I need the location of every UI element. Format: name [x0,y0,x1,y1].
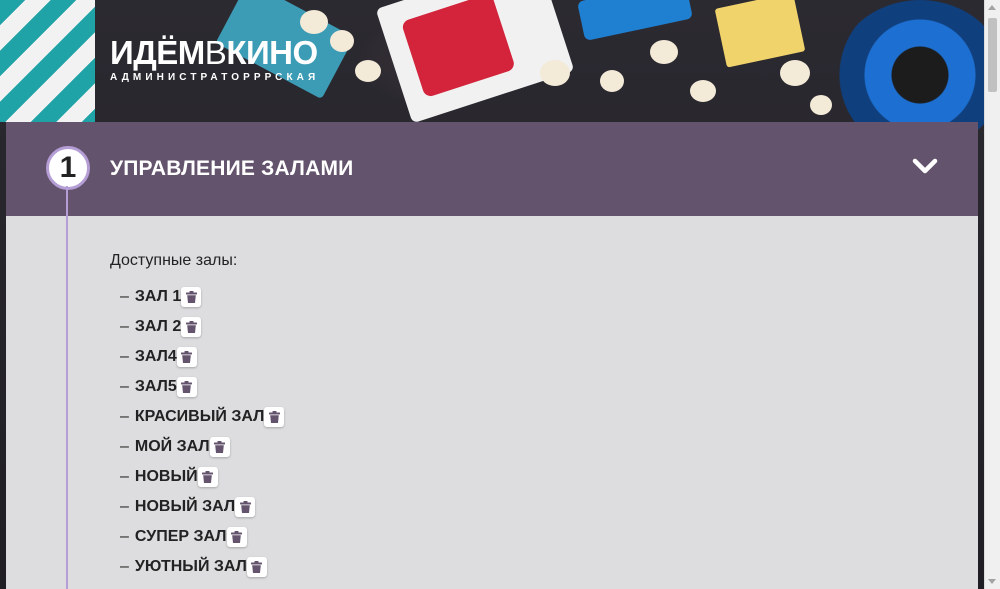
hall-name: УЮТНЫЙ ЗАЛ [134,558,247,575]
list-dash: – [120,288,129,305]
trash-icon[interactable] [246,557,267,577]
chevron-down-icon[interactable] [910,155,940,179]
popcorn-image [650,40,678,64]
hall-name: НОВЫЙ [134,468,198,485]
list-dash: – [120,558,129,575]
hall-name: ЗАЛ 1 [134,288,182,305]
hall-list-item: – УЮТНЫЙ ЗАЛ [120,552,284,582]
trash-icon[interactable] [226,527,247,547]
logo-subtitle: АДМИНИСТРАТОРРРСКАЯ [110,72,320,83]
hall-name: КРАСИВЫЙ ЗАЛ [134,408,265,425]
available-halls-label: Доступные залы: [110,252,238,269]
popcorn-image [300,10,328,34]
vertical-scrollbar[interactable] [984,0,1000,589]
logo-title: ИДЁМВКИНО [110,34,318,71]
hall-list: – ЗАЛ 1 – ЗАЛ 2 – ЗАЛ4 – ЗАЛ5 – КРАСИВЫЙ… [120,282,285,582]
hall-list-item: – МОЙ ЗАЛ [120,432,284,462]
scrollbar-thumb[interactable] [988,18,997,92]
popcorn-image [355,60,381,82]
popcorn-image [690,80,716,102]
list-dash: – [120,378,129,395]
hall-name: ЗАЛ 2 [134,318,182,335]
hall-list-item: – НОВЫЙ [120,462,284,492]
hall-list-item: – ЗАЛ 2 [120,312,284,342]
timeline-line [66,186,68,589]
list-dash: – [120,528,129,545]
trash-icon[interactable] [264,407,285,427]
popcorn-image [780,60,810,86]
trash-icon[interactable] [176,377,197,397]
hall-name: НОВЫЙ ЗАЛ [134,498,236,515]
trash-icon[interactable] [197,467,218,487]
popcorn-image [330,30,354,52]
hall-list-item: – ЗАЛ5 [120,372,284,402]
list-dash: – [120,348,129,365]
hall-name: СУПЕР ЗАЛ [134,528,227,545]
section-title: УПРАВЛЕНИЕ ЗАЛАМИ [110,157,354,180]
hall-management-header[interactable]: 1 УПРАВЛЕНИЕ ЗАЛАМИ [6,122,978,216]
3d-glasses-lens-image [577,0,693,41]
hall-list-item: – КРАСИВЫЙ ЗАЛ [120,402,285,432]
trash-icon[interactable] [181,287,202,307]
hall-list-item: – ЗАЛ4 [120,342,284,372]
trash-icon[interactable] [176,347,197,367]
popcorn-image [540,60,570,86]
3d-glasses-image [375,0,575,124]
ticket-image [714,0,806,68]
step-number-badge: 1 [46,146,90,190]
list-dash: – [120,498,129,515]
popcorn-image [810,95,832,115]
scroll-down-arrow-icon[interactable] [988,579,996,584]
scroll-up-arrow-icon[interactable] [988,5,996,10]
list-dash: – [120,438,129,455]
list-dash: – [120,408,129,425]
hall-name: ЗАЛ5 [134,378,177,395]
hall-name: МОЙ ЗАЛ [134,438,210,455]
hall-name: ЗАЛ4 [134,348,177,365]
step-number: 1 [59,151,77,184]
list-dash: – [120,318,129,335]
hall-list-item: – НОВЫЙ ЗАЛ [120,492,284,522]
hall-list-item: – ЗАЛ 1 [120,282,284,312]
site-logo[interactable]: ИДЁМВКИНО АДМИНИСТРАТОРРРСКАЯ [110,36,319,83]
trash-icon[interactable] [235,497,256,517]
popcorn-box-image [0,0,95,122]
popcorn-image [600,70,624,92]
trash-icon[interactable] [209,437,230,457]
hall-list-item: – СУПЕР ЗАЛ [120,522,284,552]
trash-icon[interactable] [181,317,202,337]
list-dash: – [120,468,129,485]
